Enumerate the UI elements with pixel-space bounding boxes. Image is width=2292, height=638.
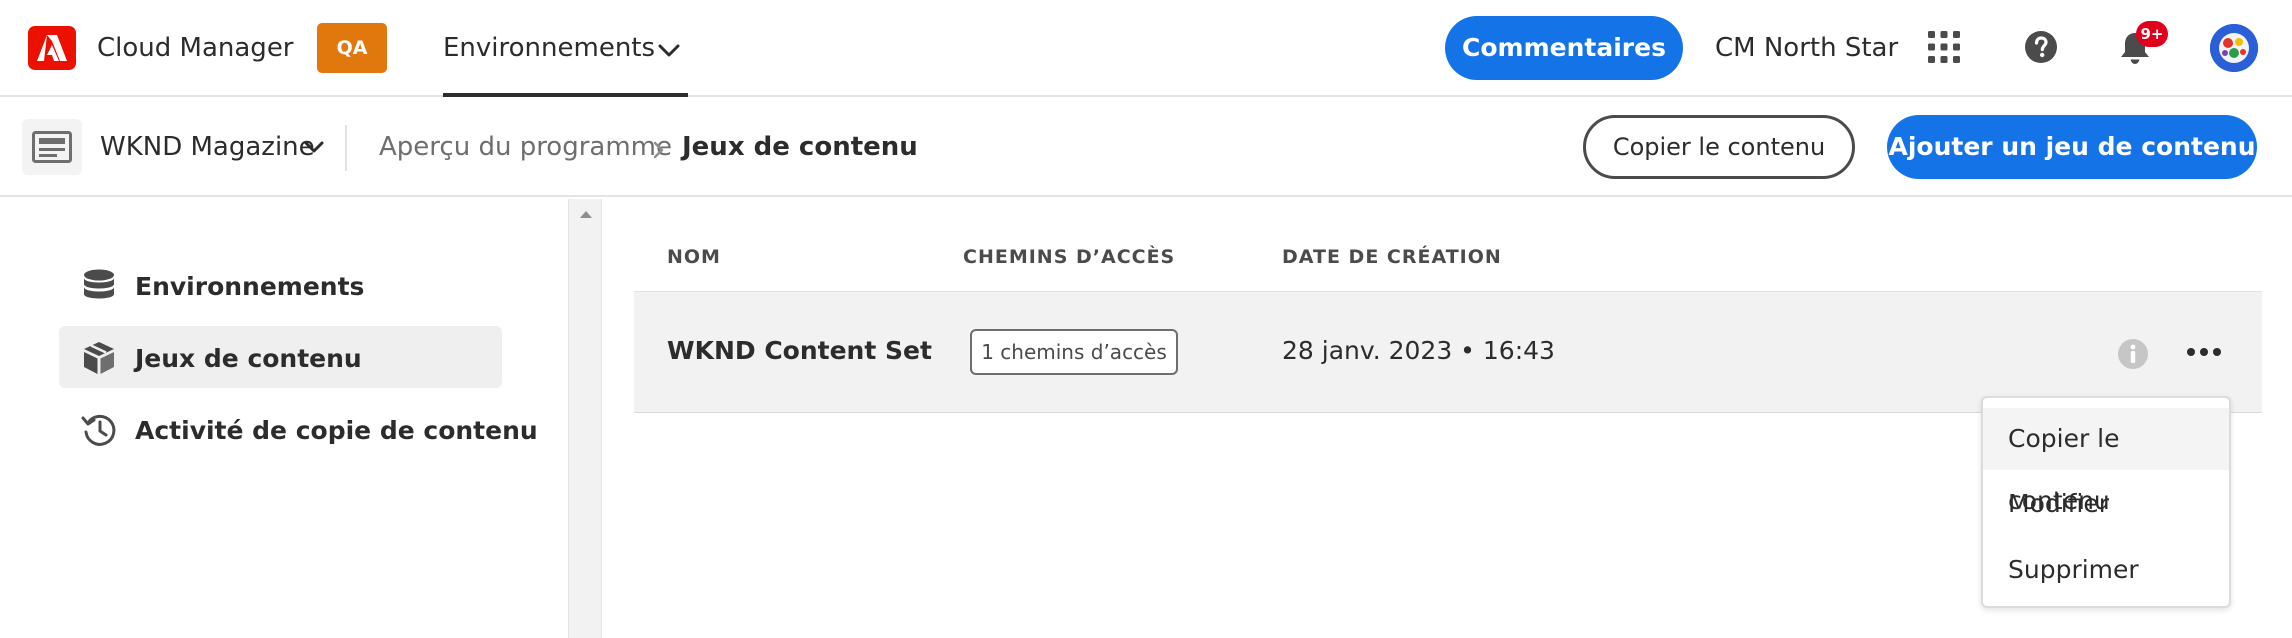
adobe-logo-icon[interactable] [28, 26, 76, 70]
sidebar: Environnements Jeux de contenu Activité … [0, 199, 568, 638]
apps-grid-icon[interactable] [1928, 31, 1960, 63]
column-header-paths[interactable]: CHEMINS D’ACCÈS [963, 246, 1175, 268]
table-row[interactable]: WKND Content Set 1 chemins d’accès 28 ja… [634, 291, 2262, 413]
sidebar-item-label: Jeux de contenu [135, 344, 362, 373]
content-set-name[interactable]: WKND Content Set [667, 336, 932, 365]
cube-icon [84, 342, 114, 374]
scroll-up-arrow-icon[interactable] [578, 209, 594, 219]
user-avatar[interactable] [2210, 24, 2258, 72]
column-header-created[interactable]: DATE DE CRÉATION [1282, 246, 1502, 268]
sidebar-item-activite-copie[interactable]: Activité de copie de contenu [59, 398, 538, 460]
program-selector[interactable]: WKND Magazine [100, 132, 315, 162]
history-icon [81, 414, 116, 446]
more-actions-icon[interactable] [2184, 334, 2224, 370]
sidebar-item-label: Activité de copie de contenu [135, 416, 538, 445]
database-icon [84, 269, 114, 299]
menu-item-delete[interactable]: Supprimer [1983, 539, 2229, 601]
creation-date: 28 janv. 2023 • 16:43 [1282, 336, 1555, 365]
chevron-down-icon[interactable] [304, 141, 324, 154]
org-switcher[interactable]: CM North Star [1715, 33, 1898, 63]
program-icon[interactable] [22, 119, 82, 175]
avatar-image-icon [2210, 24, 2258, 72]
menu-item-copy-content[interactable]: Copier le contenu [1983, 408, 2229, 515]
sidebar-item-label: Environnements [135, 272, 365, 301]
row-actions-menu: Copier le contenu Modifier Supprimer [1981, 396, 2231, 608]
paths-count-tag[interactable]: 1 chemins d’accès [970, 329, 1178, 375]
info-icon[interactable] [2117, 338, 2149, 370]
sidebar-scrollbar[interactable] [568, 199, 602, 638]
menu-item-edit[interactable]: Modifier [1983, 473, 2229, 535]
divider [345, 125, 347, 171]
help-icon[interactable] [2024, 30, 2058, 64]
breadcrumb-program-overview[interactable]: Aperçu du programme [379, 132, 672, 162]
breadcrumb-current-page: Jeux de contenu [682, 132, 918, 162]
column-header-name[interactable]: NOM [667, 246, 721, 268]
tab-label: Environnements [443, 33, 656, 63]
sidebar-item-environnements[interactable]: Environnements [59, 254, 502, 316]
top-bar: Cloud Manager QA Environnements Commenta… [0, 0, 2292, 97]
tab-environnements[interactable]: Environnements [443, 0, 688, 97]
copy-content-button[interactable]: Copier le contenu [1583, 115, 1855, 179]
app-name[interactable]: Cloud Manager [97, 33, 294, 63]
notification-count-badge: 9+ [2136, 21, 2168, 47]
chevron-right-icon [653, 141, 664, 159]
program-bar: WKND Magazine Aperçu du programme Jeux d… [0, 97, 2292, 197]
chevron-down-icon [658, 44, 680, 57]
sidebar-item-jeux-de-contenu[interactable]: Jeux de contenu [59, 326, 502, 388]
environment-badge: QA [317, 23, 387, 73]
feedback-button[interactable]: Commentaires [1445, 16, 1683, 80]
add-content-set-button[interactable]: Ajouter un jeu de contenu [1887, 115, 2257, 179]
